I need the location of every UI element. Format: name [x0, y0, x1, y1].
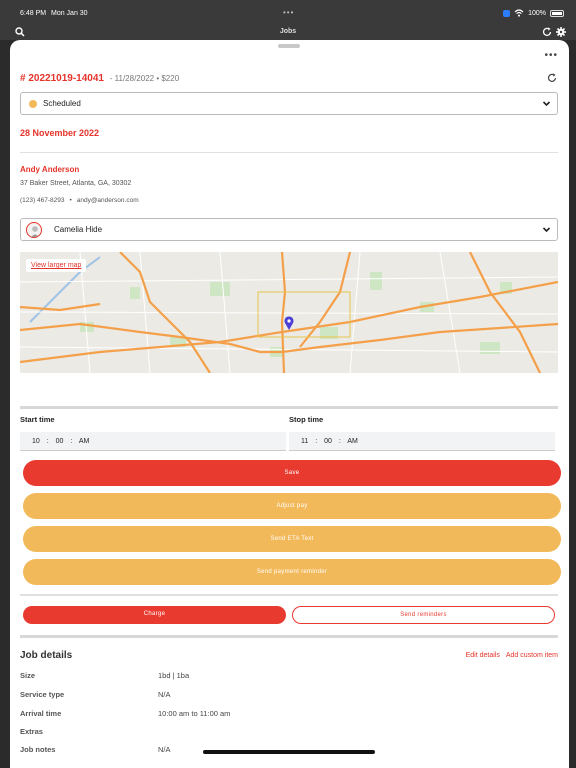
- status-bar: 6:48 PM Mon Jan 30 ••• 100%: [0, 0, 576, 26]
- job-details-actions: Edit details Add custom item: [460, 652, 558, 659]
- adjust-pay-button[interactable]: Adjust pay: [23, 493, 561, 519]
- refresh-icon[interactable]: [542, 27, 552, 37]
- customer-contact: (123) 467-8293 • andy@anderson.com: [20, 197, 139, 204]
- section-divider: [20, 406, 558, 409]
- nav-title: Jobs: [279, 28, 297, 35]
- customer-name[interactable]: Andy Anderson: [20, 165, 79, 174]
- multitask-dots[interactable]: •••: [283, 8, 294, 17]
- job-details-title: Job details: [20, 650, 73, 661]
- section-divider: [20, 635, 558, 638]
- refresh-icon[interactable]: [547, 73, 557, 83]
- location-icon: [503, 9, 511, 17]
- detail-value: N/A: [158, 745, 171, 754]
- employee-select[interactable]: Camelia Hide: [20, 218, 558, 241]
- job-detail-sheet: ••• # 20221019-14041 - 11/28/2022 • $220…: [10, 40, 569, 768]
- divider: [20, 594, 558, 596]
- divider: [20, 152, 558, 153]
- customer-phone[interactable]: (123) 467-8293: [20, 197, 64, 204]
- detail-value: 10:00 am to 11:00 am: [158, 709, 231, 718]
- detail-key: Job notes: [20, 745, 56, 754]
- gear-icon[interactable]: [556, 27, 566, 37]
- battery-percent: 100%: [528, 9, 546, 17]
- status-value: Scheduled: [43, 99, 81, 108]
- chevron-down-icon: [542, 101, 551, 107]
- status-dot: [29, 100, 37, 108]
- send-payment-reminder-button[interactable]: Send payment reminder: [23, 559, 561, 585]
- job-number: # 20221019-14041: [20, 73, 104, 84]
- detail-value: N/A: [158, 690, 171, 699]
- detail-key: Size: [20, 671, 36, 680]
- job-meta: - 11/28/2022 • $220: [109, 74, 180, 83]
- chevron-down-icon: [542, 227, 551, 233]
- avatar: [26, 222, 42, 238]
- status-select[interactable]: Scheduled: [20, 92, 558, 115]
- detail-key: Service type: [20, 690, 65, 699]
- status-date: Mon Jan 30: [51, 10, 88, 17]
- save-button[interactable]: Save: [23, 460, 561, 486]
- home-indicator[interactable]: [203, 750, 375, 754]
- battery-icon: [550, 9, 564, 17]
- send-eta-text-button[interactable]: Send ETA Text: [23, 526, 561, 552]
- employee-name: Camelia Hide: [54, 225, 103, 234]
- status-time: 6:48 PM: [20, 10, 47, 17]
- more-icon[interactable]: •••: [544, 50, 558, 61]
- edit-details-link[interactable]: Edit details: [466, 652, 500, 659]
- sheet-grabber[interactable]: [278, 44, 300, 48]
- charge-button[interactable]: Charge: [23, 606, 286, 624]
- customer-address: 37 Baker Street, Atlanta, GA, 30302: [20, 180, 132, 187]
- view-larger-map-link[interactable]: View larger map: [26, 259, 87, 272]
- job-header: # 20221019-14041 - 11/28/2022 • $220: [20, 73, 179, 84]
- start-time-label: Start time: [20, 415, 55, 424]
- background-nav-bar: Jobs: [0, 26, 576, 40]
- detail-key: Arrival time: [20, 709, 62, 718]
- add-custom-item-link[interactable]: Add custom item: [506, 652, 558, 659]
- bullet-separator: •: [69, 197, 72, 204]
- map-roads: [20, 252, 558, 373]
- start-time-input[interactable]: 10 : 00 : AM: [20, 432, 286, 451]
- job-date-heading: 28 November 2022: [20, 128, 100, 138]
- location-map[interactable]: View larger map: [20, 252, 558, 373]
- wifi-icon: [514, 9, 524, 17]
- detail-key: Extras: [20, 727, 43, 736]
- send-reminders-button[interactable]: Send reminders: [292, 606, 555, 624]
- detail-value: 1bd | 1ba: [158, 671, 190, 680]
- customer-email[interactable]: andy@anderson.com: [77, 197, 139, 204]
- stop-time-label: Stop time: [289, 415, 324, 424]
- map-pin-icon: [284, 316, 294, 330]
- stop-time-input[interactable]: 11 : 00 : AM: [289, 432, 555, 451]
